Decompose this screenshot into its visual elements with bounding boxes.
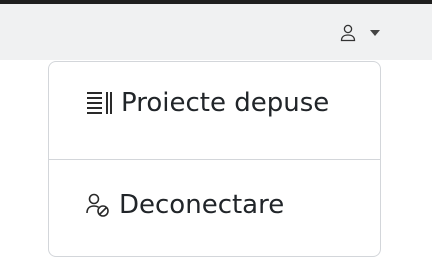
caret-down-icon[interactable] [370,30,380,36]
topbar [0,4,432,60]
menu-item-label: Proiecte depuse [121,88,330,118]
menu-item-deconectare[interactable]: Deconectare [85,190,284,220]
user-menu-toggle[interactable] [340,24,380,42]
page: Proiecte depuse Deconectare [0,0,432,280]
menu-divider [49,159,380,160]
list-text-icon [85,90,113,116]
menu-item-proiecte-depuse[interactable]: Proiecte depuse [85,88,329,118]
user-icon[interactable] [340,24,356,42]
user-dropdown-menu: Proiecte depuse Deconectare [48,61,381,257]
user-blocked-icon [85,192,111,218]
menu-item-label: Deconectare [119,190,285,220]
